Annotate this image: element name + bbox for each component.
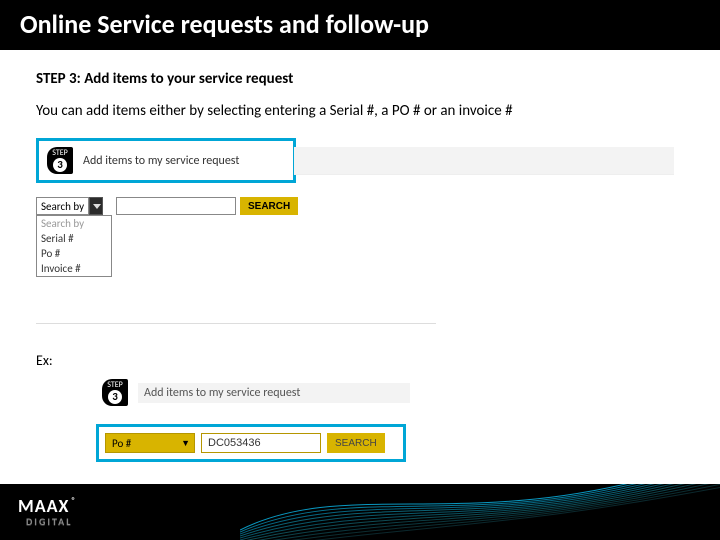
divider bbox=[36, 323, 436, 324]
example-select-po[interactable]: Po # ▼ bbox=[105, 433, 195, 453]
dropdown-option-serial[interactable]: Serial # bbox=[37, 231, 111, 246]
example-search-button[interactable]: SEARCH bbox=[327, 433, 385, 453]
search-input[interactable] bbox=[116, 197, 236, 215]
example-search-row: Po # ▼ SEARCH bbox=[96, 424, 406, 462]
step-heading: STEP 3: Add items to your service reques… bbox=[36, 70, 684, 88]
step-badge: STEP 3 bbox=[102, 379, 128, 406]
step-badge-label: STEP bbox=[107, 381, 123, 389]
step-badge-label: STEP bbox=[52, 149, 68, 157]
search-row: Search by Search by Serial # Po # Invoic… bbox=[36, 197, 684, 277]
step-badge: STEP 3 bbox=[47, 147, 73, 174]
header-bg-strip bbox=[294, 147, 674, 175]
brand-subline: DIGITAL bbox=[26, 517, 77, 527]
searchby-label: Search by bbox=[36, 197, 89, 215]
registered-icon: ® bbox=[71, 497, 76, 505]
dropdown-option-po[interactable]: Po # bbox=[37, 246, 111, 261]
slide-content: STEP 3: Add items to your service reques… bbox=[0, 50, 720, 462]
footer-bar: MAAX ® DIGITAL bbox=[0, 484, 720, 540]
step3-header-text: Add items to my service request bbox=[83, 154, 239, 168]
example-select-value: Po # bbox=[112, 437, 131, 450]
example-header-text: Add items to my service request bbox=[144, 386, 300, 400]
step-description: You can add items either by selecting en… bbox=[36, 102, 684, 120]
example-header-row: STEP 3 Add items to my service request bbox=[96, 375, 416, 410]
dropdown-option-invoice[interactable]: Invoice # bbox=[37, 261, 111, 276]
chevron-down-icon: ▼ bbox=[181, 438, 190, 449]
brand-logo: MAAX ® DIGITAL bbox=[18, 497, 77, 527]
screenshot-1: STEP 3 Add items to my service request S… bbox=[36, 138, 684, 324]
brand-name: MAAX bbox=[18, 497, 69, 515]
step-badge-number: 3 bbox=[53, 158, 67, 172]
search-button[interactable]: SEARCH bbox=[240, 197, 298, 215]
step-badge-number: 3 bbox=[108, 390, 122, 404]
searchby-dropdown-open[interactable]: Search by Serial # Po # Invoice # bbox=[36, 215, 112, 277]
example-label: Ex: bbox=[36, 352, 684, 369]
dropdown-toggle[interactable] bbox=[89, 197, 103, 215]
slide-title: Online Service requests and follow-up bbox=[0, 0, 720, 50]
example-input[interactable] bbox=[201, 433, 321, 453]
wave-graphic bbox=[240, 484, 720, 540]
dropdown-option-placeholder[interactable]: Search by bbox=[37, 216, 111, 231]
step3-header-box: STEP 3 Add items to my service request bbox=[36, 138, 296, 183]
